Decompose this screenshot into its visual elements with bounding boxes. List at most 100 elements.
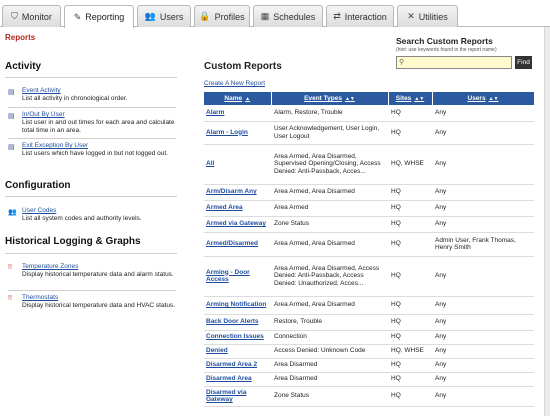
table-row[interactable]: All Area Armed, Area Disarmed, Supervised… xyxy=(204,144,534,185)
divider xyxy=(5,196,177,197)
tab-schedules[interactable]: ▦ Schedules xyxy=(253,5,323,27)
users-cell: Any xyxy=(432,372,534,387)
tab-reporting[interactable]: ✎ Reporting xyxy=(64,5,134,28)
column-header-event-types[interactable]: Event Types ▲▼ xyxy=(271,92,389,105)
section-label: Reports xyxy=(5,33,36,42)
in-out-by-user-link[interactable]: In/Out By User xyxy=(22,111,65,118)
tab-label: Reporting xyxy=(85,12,125,22)
find-button[interactable]: Find xyxy=(515,56,532,69)
sites-cell: HQ xyxy=(388,256,432,297)
scrollbar[interactable] xyxy=(544,27,550,416)
report-name-link[interactable]: All xyxy=(204,144,271,185)
sites-cell: HQ xyxy=(388,216,432,233)
table-row[interactable]: Disarmed via Gateway Zone Status HQ Any xyxy=(204,386,534,407)
tab-label: Utilities xyxy=(418,11,448,22)
table-row[interactable]: Alarm Alarm, Restore, Trouble HQ Any xyxy=(204,105,534,122)
event-types-cell: Area Armed, Area Disarmed, Supervised Op… xyxy=(271,144,388,185)
table-row[interactable]: Alarm - Login User Acknowledgement, User … xyxy=(204,121,534,145)
report-name-link[interactable]: Disarmed Area xyxy=(204,372,271,387)
tab-users[interactable]: 👥 Users xyxy=(137,5,191,27)
table-row[interactable]: Armed via Gateway Zone Status HQ Any xyxy=(204,216,534,233)
table-row[interactable]: Arming - Door Access Area Armed, Area Dis… xyxy=(204,256,534,297)
event-types-cell: Area Disarmed xyxy=(271,372,388,387)
item-desc: List user in and out times for each area… xyxy=(22,119,175,134)
report-name-link[interactable]: Armed via Gateway xyxy=(204,216,271,233)
sort-icon: ▲▼ xyxy=(344,96,355,102)
users-cell: Any xyxy=(432,105,534,122)
event-types-cell: Area Armed, Area Disarmed, Access Denied… xyxy=(271,256,388,297)
historical-heading: Historical Logging & Graphs xyxy=(5,236,141,247)
table-row[interactable]: Armed/Disarmed Area Armed, Area Disarmed H… xyxy=(204,232,534,257)
table-row[interactable]: Disarmed Area Area Disarmed HQ Any xyxy=(204,372,534,387)
report-name-link[interactable]: Alarm - Login xyxy=(204,121,271,145)
event-types-cell: Connection xyxy=(271,330,388,345)
table-row[interactable]: Arm/Disarm Any Area Armed, Area Disarmed H… xyxy=(204,184,534,201)
users-cell: Any xyxy=(432,184,534,201)
reports-table: Name ▲ Event Types ▲▼ Sites ▲▼ Users ▲▼ Alar… xyxy=(204,92,535,407)
report-name-link[interactable]: Armed/Disarmed xyxy=(204,232,271,257)
column-header-users[interactable]: Users ▲▼ xyxy=(432,92,535,105)
tab-monitor[interactable]: ⛉ Monitor xyxy=(2,5,61,27)
pencil-icon: ✎ xyxy=(73,11,82,22)
sort-icon: ▲ xyxy=(245,96,251,102)
search-title: Search Custom Reports xyxy=(396,36,493,46)
item-desc: List all system codes and authority leve… xyxy=(22,215,142,222)
event-types-cell: Zone Status xyxy=(271,216,388,233)
report-name-link[interactable]: Arming Notification xyxy=(204,296,271,315)
tab-interaction[interactable]: ⇄ Interaction xyxy=(326,5,394,27)
report-name-link[interactable]: Alarm xyxy=(204,105,271,122)
users-cell: Any xyxy=(432,121,534,145)
exit-exception-link[interactable]: Exit Exception By User xyxy=(22,142,88,149)
table-row[interactable]: Armed Area Area Armed HQ Any xyxy=(204,200,534,217)
tab-label: Schedules xyxy=(273,11,316,22)
configuration-heading: Configuration xyxy=(5,180,71,191)
table-row[interactable]: Disarmed Area 2 Area Disarmed HQ Any xyxy=(204,358,534,373)
table-row[interactable]: Denied Access Denied: Unknown Code HQ, WHS… xyxy=(204,344,534,359)
users-cell: Admin User, Frank Thomas, Henry Smith xyxy=(432,232,534,257)
divider xyxy=(5,77,177,78)
table-row[interactable]: Back Door Alerts Restore, Trouble HQ Any xyxy=(204,314,534,331)
divider xyxy=(5,253,177,254)
column-header-name[interactable]: Name ▲ xyxy=(204,92,272,105)
report-name-link[interactable]: Back Door Alerts xyxy=(204,314,271,331)
search-hint: (hint: use keywords found in the report … xyxy=(396,47,497,53)
users-cell: Any xyxy=(432,216,534,233)
report-name-link[interactable]: Disarmed Area 2 xyxy=(204,358,271,373)
report-name-link[interactable]: Denied xyxy=(204,344,271,359)
activity-heading: Activity xyxy=(5,61,42,72)
users-icon: 👥 xyxy=(144,11,156,21)
sites-cell: HQ xyxy=(388,232,432,257)
sites-cell: HQ xyxy=(388,105,432,122)
report-name-link[interactable]: Connection Issues xyxy=(204,330,271,345)
tab-utilities[interactable]: ✕ Utilities xyxy=(397,5,458,27)
table-row[interactable]: Arming Notification Area Armed, Area Disa… xyxy=(204,296,534,315)
sites-cell: HQ xyxy=(388,184,432,201)
thermostats-link[interactable]: Thermostats xyxy=(22,294,58,301)
report-name-link[interactable]: Armed Area xyxy=(204,200,271,217)
tab-profiles[interactable]: 🔒 Profiles xyxy=(194,5,250,27)
report-name-link[interactable]: Arm/Disarm Any xyxy=(204,184,271,201)
users-cell: Any xyxy=(432,296,534,315)
users-cell: Any xyxy=(432,330,534,345)
column-header-sites[interactable]: Sites ▲▼ xyxy=(388,92,433,105)
divider xyxy=(8,107,176,108)
event-types-cell: Area Disarmed xyxy=(271,358,388,373)
tab-label: Users xyxy=(159,11,184,22)
item-desc: List users which have logged in but not … xyxy=(22,150,168,157)
report-name-link[interactable]: Arming - Door Access xyxy=(204,256,271,297)
users-cell: Any xyxy=(432,256,534,297)
search-input[interactable] xyxy=(396,56,512,69)
event-types-cell: Zone Status xyxy=(271,386,388,407)
report-name-link[interactable]: Disarmed via Gateway xyxy=(204,386,271,407)
thermometer-icon: ǃǃ xyxy=(8,264,12,271)
table-row[interactable]: Connection Issues Connection HQ Any xyxy=(204,330,534,345)
user-codes-link[interactable]: User Codes xyxy=(22,207,56,214)
event-types-cell: Restore, Trouble xyxy=(271,314,388,331)
temperature-zones-link[interactable]: Temperature Zones xyxy=(22,263,78,270)
event-activity-link[interactable]: Event Activity xyxy=(22,87,61,94)
table-header-row: Name ▲ Event Types ▲▼ Sites ▲▼ Users ▲▼ xyxy=(204,92,535,105)
create-report-link[interactable]: Create A New Report xyxy=(204,80,265,87)
shield-icon: ⛉ xyxy=(11,11,18,21)
tab-label: Interaction xyxy=(344,11,387,22)
users-cell: Any xyxy=(432,314,534,331)
